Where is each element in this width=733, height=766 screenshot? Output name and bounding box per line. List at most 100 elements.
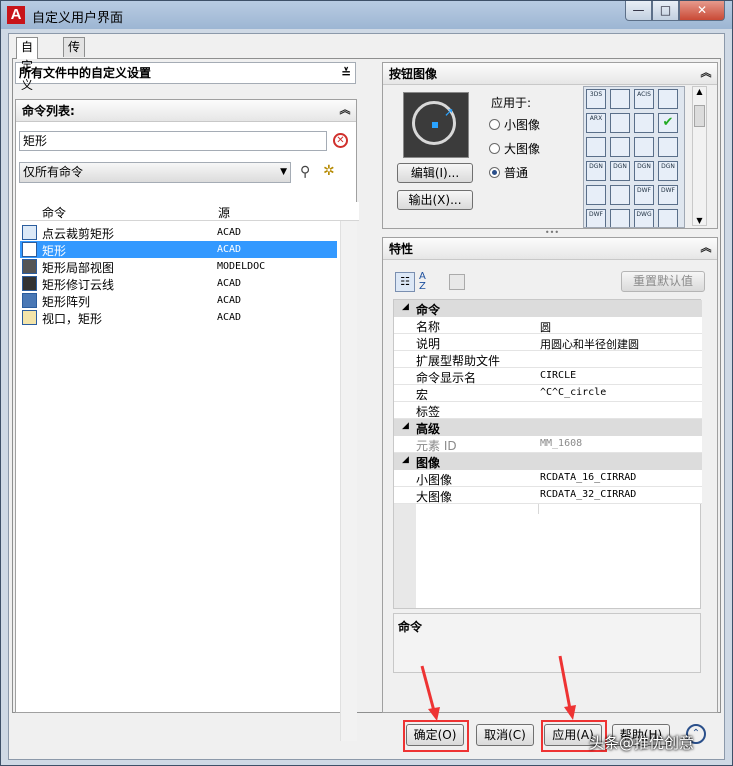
image-preview: ➚ xyxy=(403,92,469,158)
splitter-handle[interactable]: ••• xyxy=(542,229,562,237)
tab-transfer[interactable]: 传输 xyxy=(63,37,86,73)
pen-icon[interactable] xyxy=(610,113,630,133)
3ds-icon[interactable]: 3DS xyxy=(586,89,606,109)
database-icon[interactable] xyxy=(634,137,654,157)
image-grid-scrollbar[interactable]: ▲ ▼ xyxy=(692,86,707,226)
property-value[interactable]: RCDATA_16_CIRRAD xyxy=(540,472,636,483)
property-row-description[interactable]: 说明 用圆心和半径创建圆 xyxy=(394,334,702,351)
edit-image-button[interactable]: 编辑(I)... xyxy=(397,163,473,183)
property-row-display-name[interactable]: 命令显示名 CIRCLE xyxy=(394,368,702,385)
dwg-icon[interactable]: DWG xyxy=(634,209,654,227)
normal-image-label[interactable]: 普通 xyxy=(504,164,528,181)
scroll-thumb[interactable] xyxy=(694,105,705,127)
dgn-icon[interactable]: DGN xyxy=(586,161,606,181)
rectangle-icon xyxy=(22,242,37,257)
property-row-name[interactable]: 名称 圆 xyxy=(394,317,702,334)
dwf-layer-icon[interactable] xyxy=(610,209,630,227)
collapse-triangle-icon[interactable]: ◢ xyxy=(402,455,409,465)
title-bar[interactable]: A 自定义用户界面 — □ ✕ xyxy=(1,1,732,29)
category-command[interactable]: ◢ 命令 xyxy=(394,300,702,317)
maximize-button[interactable]: □ xyxy=(652,1,679,21)
property-value[interactable]: RCDATA_32_CIRRAD xyxy=(540,489,636,500)
dgn-import-icon[interactable]: DGN xyxy=(610,161,630,181)
property-row-small-image[interactable]: 小图像 RCDATA_16_CIRRAD xyxy=(394,470,702,487)
table-row[interactable]: 矩形阵列 ACAD xyxy=(20,292,337,309)
property-value[interactable]: ^C^C_circle xyxy=(540,387,606,398)
table-row[interactable]: 视口，矩形 ACAD xyxy=(20,309,337,326)
scroll-down-arrow-icon[interactable]: ▼ xyxy=(693,216,706,225)
layers-icon[interactable] xyxy=(610,137,630,157)
collapse-up-icon[interactable]: ︽ xyxy=(699,240,713,256)
property-row-large-image[interactable]: 大图像 RCDATA_32_CIRRAD xyxy=(394,487,702,504)
table-row[interactable]: 矩形 ACAD xyxy=(20,241,337,258)
collapse-triangle-icon[interactable]: ◢ xyxy=(402,302,409,312)
property-value[interactable]: CIRCLE xyxy=(540,370,576,381)
dgn-remove-icon[interactable] xyxy=(586,185,606,205)
db-connect-icon[interactable] xyxy=(658,137,678,157)
arx-icon[interactable]: ARX xyxy=(586,113,606,133)
dwf-clip-icon[interactable]: DWF xyxy=(586,209,606,227)
property-row-tags[interactable]: 标签 xyxy=(394,402,702,419)
export-image-button[interactable]: 输出(X)... xyxy=(397,190,473,210)
category-advanced[interactable]: ◢ 高级 xyxy=(394,419,702,436)
button-image-panel: 按钮图像 ︽ ➚ 应用于: 小图像 大图像 普通 编辑(I)... 输出(X).… xyxy=(382,62,718,229)
tab-customize[interactable]: 自定义 xyxy=(16,37,39,92)
large-image-radio[interactable] xyxy=(489,143,500,154)
check-icon[interactable]: ✔ xyxy=(658,113,678,133)
dgn-export-icon[interactable]: DGN xyxy=(634,161,654,181)
close-button[interactable]: ✕ xyxy=(679,1,725,21)
categorized-view-icon[interactable]: ☷ xyxy=(395,272,415,292)
dwf-icon[interactable]: DWF xyxy=(634,185,654,205)
edit-icon[interactable] xyxy=(586,137,606,157)
acis-icon[interactable]: ACIS xyxy=(634,89,654,109)
globe-blue-icon[interactable] xyxy=(634,113,654,133)
table-scrollbar[interactable] xyxy=(340,221,357,741)
command-search-input[interactable]: 矩形 xyxy=(19,131,327,151)
plus-circle-icon[interactable] xyxy=(658,209,678,227)
command-table-header: 命令 源 xyxy=(20,202,359,221)
property-row-help-file[interactable]: 扩展型帮助文件 xyxy=(394,351,702,368)
highlight-box-ok xyxy=(403,720,469,752)
cancel-button[interactable]: 取消(C) xyxy=(476,724,534,746)
normal-image-radio[interactable] xyxy=(489,167,500,178)
minimize-button[interactable]: — xyxy=(625,1,652,21)
property-row-element-id[interactable]: 元素 ID MM_1608 xyxy=(394,436,702,453)
new-command-icon[interactable]: ✲ xyxy=(323,163,341,181)
small-image-label[interactable]: 小图像 xyxy=(504,116,540,133)
collapse-triangle-icon[interactable]: ◢ xyxy=(402,421,409,431)
column-command[interactable]: 命令 xyxy=(42,204,66,221)
image-icon[interactable] xyxy=(658,89,678,109)
property-row-macro[interactable]: 宏 ^C^C_circle xyxy=(394,385,702,402)
small-image-radio[interactable] xyxy=(489,119,500,130)
large-image-label[interactable]: 大图像 xyxy=(504,140,540,157)
property-value[interactable]: 圆 xyxy=(540,319,551,335)
table-row[interactable]: 矩形局部视图 MODELDOC xyxy=(20,258,337,275)
customizations-selector[interactable]: 所有文件中的自定义设置 ≚ xyxy=(15,62,356,84)
dwf-underlay-icon[interactable]: DWF xyxy=(658,185,678,205)
category-image[interactable]: ◢ 图像 xyxy=(394,453,702,470)
collapse-up-icon[interactable]: ︽ xyxy=(699,65,713,81)
property-grid: ◢ 命令 名称 圆 说明 用圆心和半径创建圆 扩展型帮助文件 命令显示名 CIR… xyxy=(393,299,702,609)
dgn-star-icon[interactable] xyxy=(610,185,630,205)
clear-search-icon[interactable]: ✕ xyxy=(333,133,348,148)
collapse-up-icon[interactable]: ︽ xyxy=(338,102,352,118)
command-name: 矩形修订云线 xyxy=(42,278,115,292)
reset-defaults-button[interactable]: 重置默认值 xyxy=(621,271,705,292)
command-filter-select[interactable]: 仅所有命令 ▼ xyxy=(19,162,291,183)
image-grid[interactable]: 3DS ACIS ARX ✔ DGN DGN DGN DGN DWF DWF D… xyxy=(583,86,685,228)
chevron-down-icon: ≚ xyxy=(340,66,351,80)
array-rect-icon xyxy=(22,293,37,308)
sort-alpha-icon[interactable]: AZ xyxy=(419,272,439,292)
globe-icon[interactable] xyxy=(610,89,630,109)
property-value: MM_1608 xyxy=(540,438,583,449)
property-pages-icon[interactable] xyxy=(449,274,465,290)
dgn-attach-icon[interactable]: DGN xyxy=(658,161,678,181)
table-row[interactable]: 矩形修订云线 ACAD xyxy=(20,275,337,292)
dialog-client: 自定义 传输 所有文件中的自定义设置 ≚ 命令列表: ︽ 矩形 ✕ 仅所有命令 … xyxy=(8,33,725,760)
find-command-icon[interactable]: ⚲ xyxy=(300,164,318,182)
scroll-up-arrow-icon[interactable]: ▲ xyxy=(693,87,706,96)
property-value[interactable]: 用圆心和半径创建圆 xyxy=(540,336,639,352)
table-row[interactable]: 点云裁剪矩形 ACAD xyxy=(20,224,337,241)
button-image-title: 按钮图像 xyxy=(389,67,438,81)
column-source[interactable]: 源 xyxy=(218,204,230,221)
